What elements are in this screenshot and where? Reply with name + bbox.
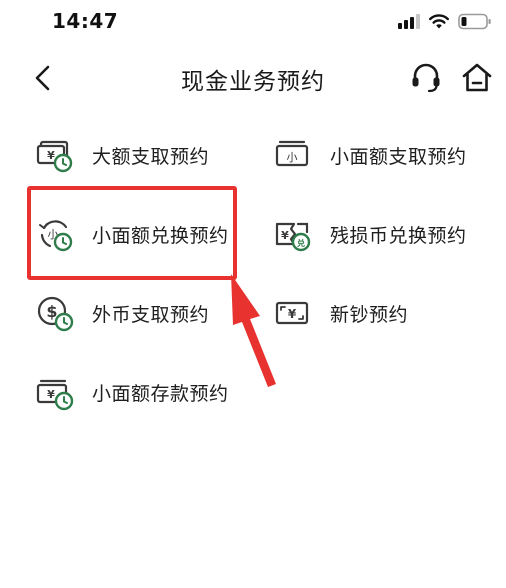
menu-label: 残损币兑换预约 xyxy=(330,224,467,247)
menu-item-small-deposit[interactable]: ¥ 小面额存款预约 xyxy=(36,364,229,420)
battery-icon xyxy=(458,13,491,29)
svg-text:¥: ¥ xyxy=(47,388,55,401)
svg-text:¥: ¥ xyxy=(281,229,289,242)
svg-text:小: 小 xyxy=(287,151,298,164)
small-deposit-icon: ¥ xyxy=(36,379,74,411)
cellular-signal-icon xyxy=(398,13,420,29)
headset-icon[interactable] xyxy=(408,60,444,96)
menu-label: 小面额存款预约 xyxy=(92,382,229,405)
status-bar: 14:47 xyxy=(0,0,506,44)
pointer-arrow-icon xyxy=(231,274,276,387)
menu-item-new-banknote[interactable]: ¥ 新钞预约 xyxy=(274,285,408,341)
home-icon[interactable] xyxy=(460,60,494,96)
menu-label: 外币支取预约 xyxy=(92,303,210,326)
back-icon[interactable] xyxy=(28,62,58,94)
menu-item-damaged-currency[interactable]: ¥ 兑 残损币兑换预约 xyxy=(274,206,467,262)
svg-text:兑: 兑 xyxy=(297,238,305,248)
large-withdrawal-icon: ¥ xyxy=(36,140,73,173)
menu-item-small-withdrawal[interactable]: 小 小面额支取预约 xyxy=(274,127,467,183)
status-icons xyxy=(398,11,492,31)
highlight-box xyxy=(27,186,237,280)
menu-label: 新钞预约 xyxy=(330,303,409,326)
menu-label: 大额支取预约 xyxy=(92,145,210,168)
wifi-icon xyxy=(429,13,449,28)
small-withdrawal-icon: 小 xyxy=(275,140,309,167)
nav-bar: 现金业务预约 xyxy=(0,48,506,108)
menu-label: 小面额支取预约 xyxy=(330,145,467,168)
damaged-currency-icon: ¥ 兑 xyxy=(275,222,311,252)
menu-item-foreign-currency[interactable]: $ 外币支取预约 xyxy=(36,285,209,341)
menu-item-large-withdrawal[interactable]: ¥ 大额支取预约 xyxy=(36,127,209,183)
status-time: 14:47 xyxy=(52,9,119,33)
svg-text:¥: ¥ xyxy=(47,149,55,162)
foreign-currency-icon: $ xyxy=(37,296,74,332)
